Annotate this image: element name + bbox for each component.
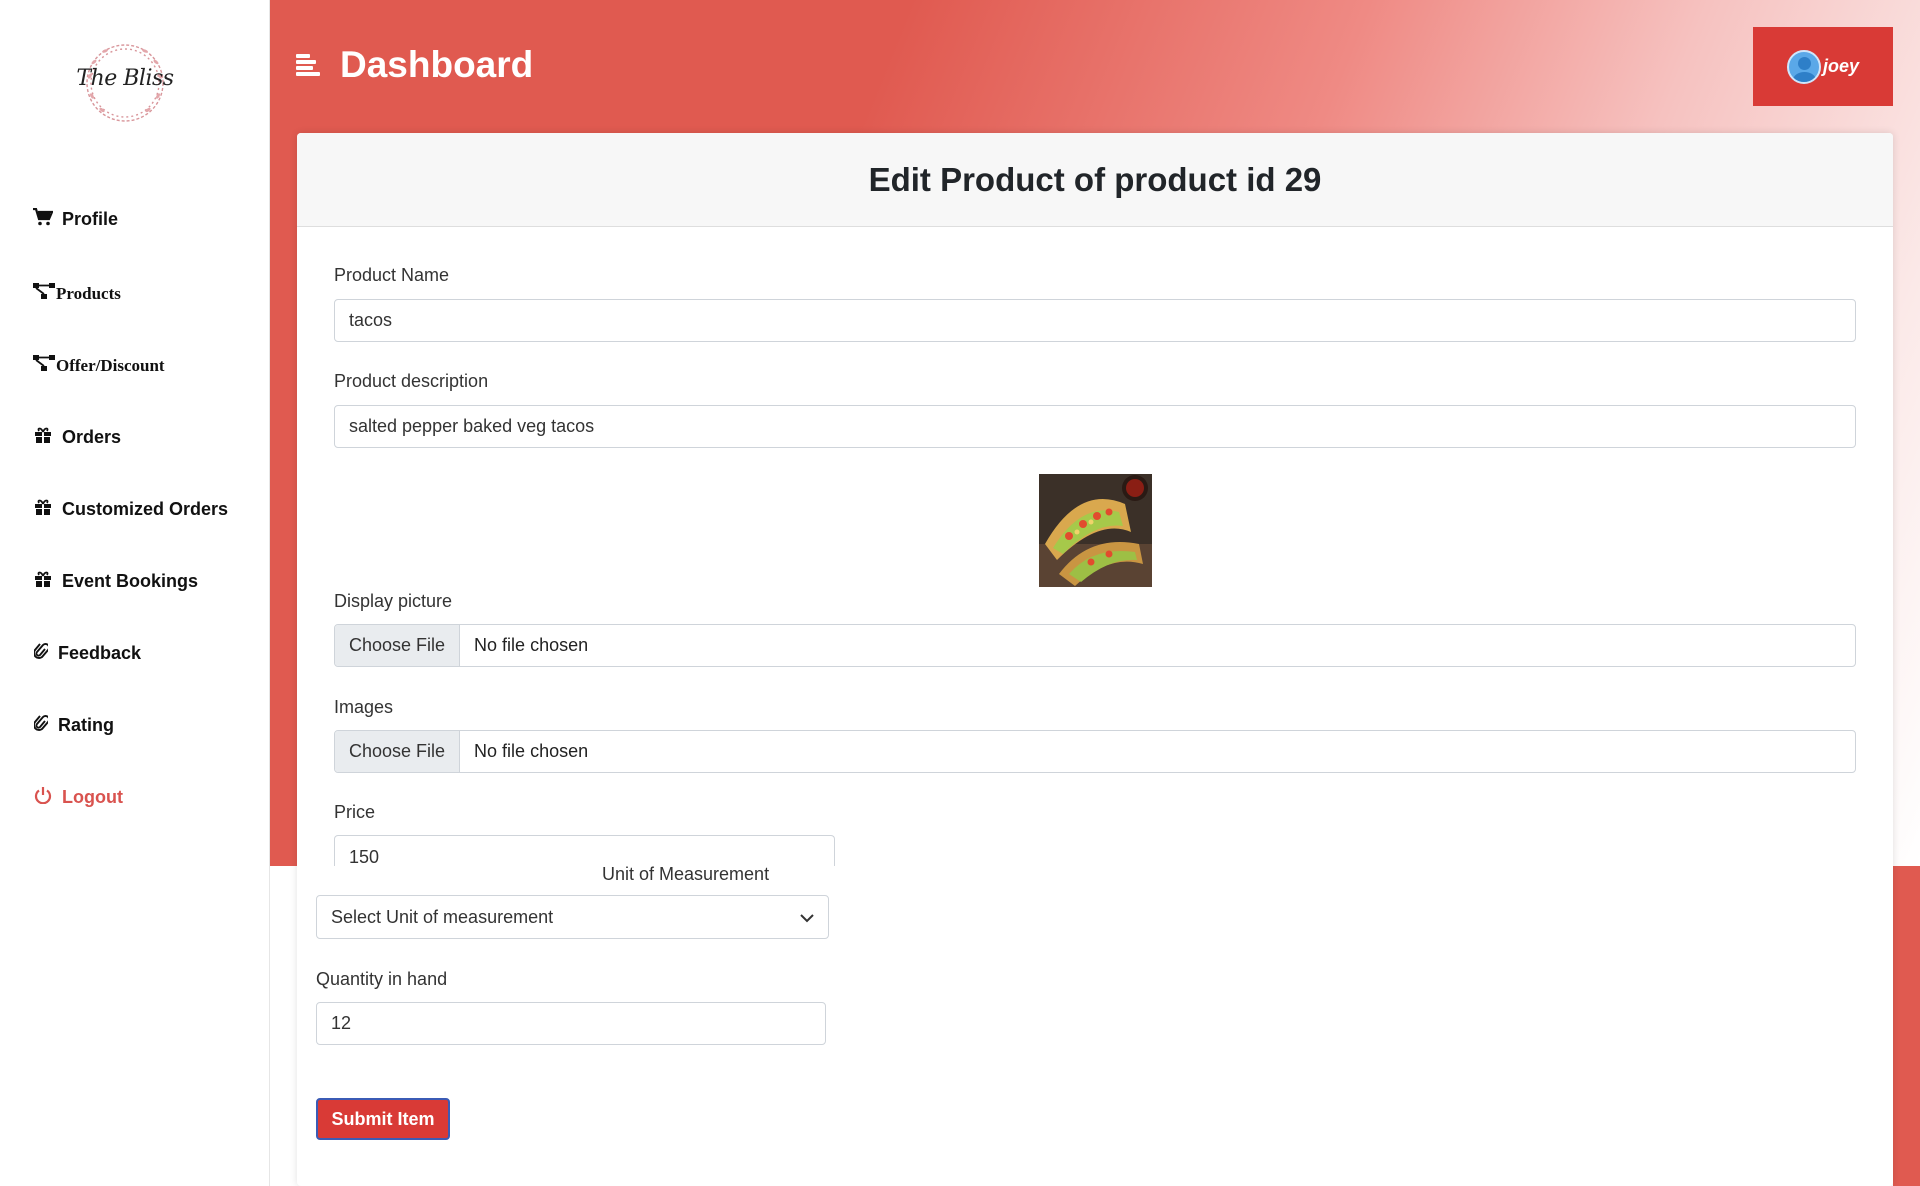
power-icon (32, 786, 54, 809)
gift-icon (32, 498, 54, 521)
display-picture-label: Display picture (334, 591, 453, 611)
unit-select[interactable]: Select Unit of measurement (316, 895, 829, 939)
form-title: Edit Product of product id 29 (868, 160, 1322, 198)
sidebar-item-label: Logout (62, 787, 123, 807)
unit-select-value: Select Unit of measurement (331, 906, 554, 927)
cart-icon (32, 207, 54, 231)
avatar (1786, 49, 1821, 84)
sidebar-item-label: Offer/Discount (56, 355, 165, 375)
product-name-label: Product Name (334, 265, 450, 285)
brand-logo-text: The Bliss (76, 66, 174, 91)
sidebar-item-rating[interactable]: Rating (32, 714, 114, 737)
choose-file-button[interactable]: Choose File (335, 731, 461, 772)
chevron-down-icon (800, 907, 814, 928)
price-input[interactable]: 150 (334, 835, 835, 867)
sidebar-item-label: Feedback (58, 643, 142, 663)
product-name-input[interactable]: tacos (334, 299, 1856, 342)
sidebar-item-label: Event Bookings (62, 571, 199, 591)
paperclip-icon (32, 642, 50, 665)
price-label: Price (334, 802, 376, 822)
sidebar-item-feedback[interactable]: Feedback (32, 642, 141, 665)
file-status: No file chosen (474, 635, 589, 655)
product-description-label: Product description (334, 371, 489, 391)
brand-logo[interactable]: The Bliss (70, 36, 180, 130)
unit-label: Unit of Measurement (602, 864, 770, 884)
page-title: Dashboard (340, 44, 534, 85)
choose-file-button[interactable]: Choose File (335, 625, 461, 666)
sidebar-item-orders[interactable]: Orders (32, 426, 121, 449)
user-name: joey (1822, 56, 1860, 76)
user-menu-button[interactable]: joey (1753, 27, 1893, 106)
sidebar-item-event-bookings[interactable]: Event Bookings (32, 570, 198, 593)
sidebar-item-label: Customized Orders (62, 499, 229, 519)
header-background-strip (1893, 866, 1920, 1186)
sidebar-item-profile[interactable]: Profile (32, 207, 119, 231)
quantity-label: Quantity in hand (316, 969, 448, 989)
sidebar: The Bliss Profile Products Offer/Discoun… (0, 0, 270, 1186)
sidebar-item-logout[interactable]: Logout (32, 786, 123, 809)
quantity-input[interactable]: 12 (316, 1002, 826, 1045)
sidebar-item-customized-orders[interactable]: Customized Orders (32, 498, 228, 521)
sitemap-icon (32, 354, 56, 377)
submit-button[interactable]: Submit Item (316, 1098, 450, 1140)
product-image-preview (1039, 474, 1152, 587)
gift-icon (32, 426, 54, 449)
display-picture-file-input[interactable]: Choose File No file chosen (334, 624, 1856, 667)
sidebar-item-label: Rating (58, 715, 114, 735)
sitemap-icon (32, 282, 56, 305)
sidebar-item-label: Products (56, 283, 121, 303)
file-status: No file chosen (474, 741, 589, 761)
sidebar-item-products[interactable]: Products (32, 282, 121, 305)
images-file-input[interactable]: Choose File No file chosen (334, 730, 1856, 773)
sidebar-item-offer-discount[interactable]: Offer/Discount (32, 354, 165, 377)
page-header: Dashboard (296, 44, 533, 86)
paperclip-icon (32, 714, 50, 737)
gift-icon (32, 570, 54, 593)
images-label: Images (334, 697, 394, 717)
sidebar-item-label: Orders (62, 427, 122, 447)
menu-icon[interactable] (296, 52, 322, 78)
product-description-input[interactable]: salted pepper baked veg tacos (334, 405, 1856, 448)
sidebar-item-label: Profile (62, 209, 119, 229)
card-header: Edit Product of product id 29 (297, 133, 1893, 227)
